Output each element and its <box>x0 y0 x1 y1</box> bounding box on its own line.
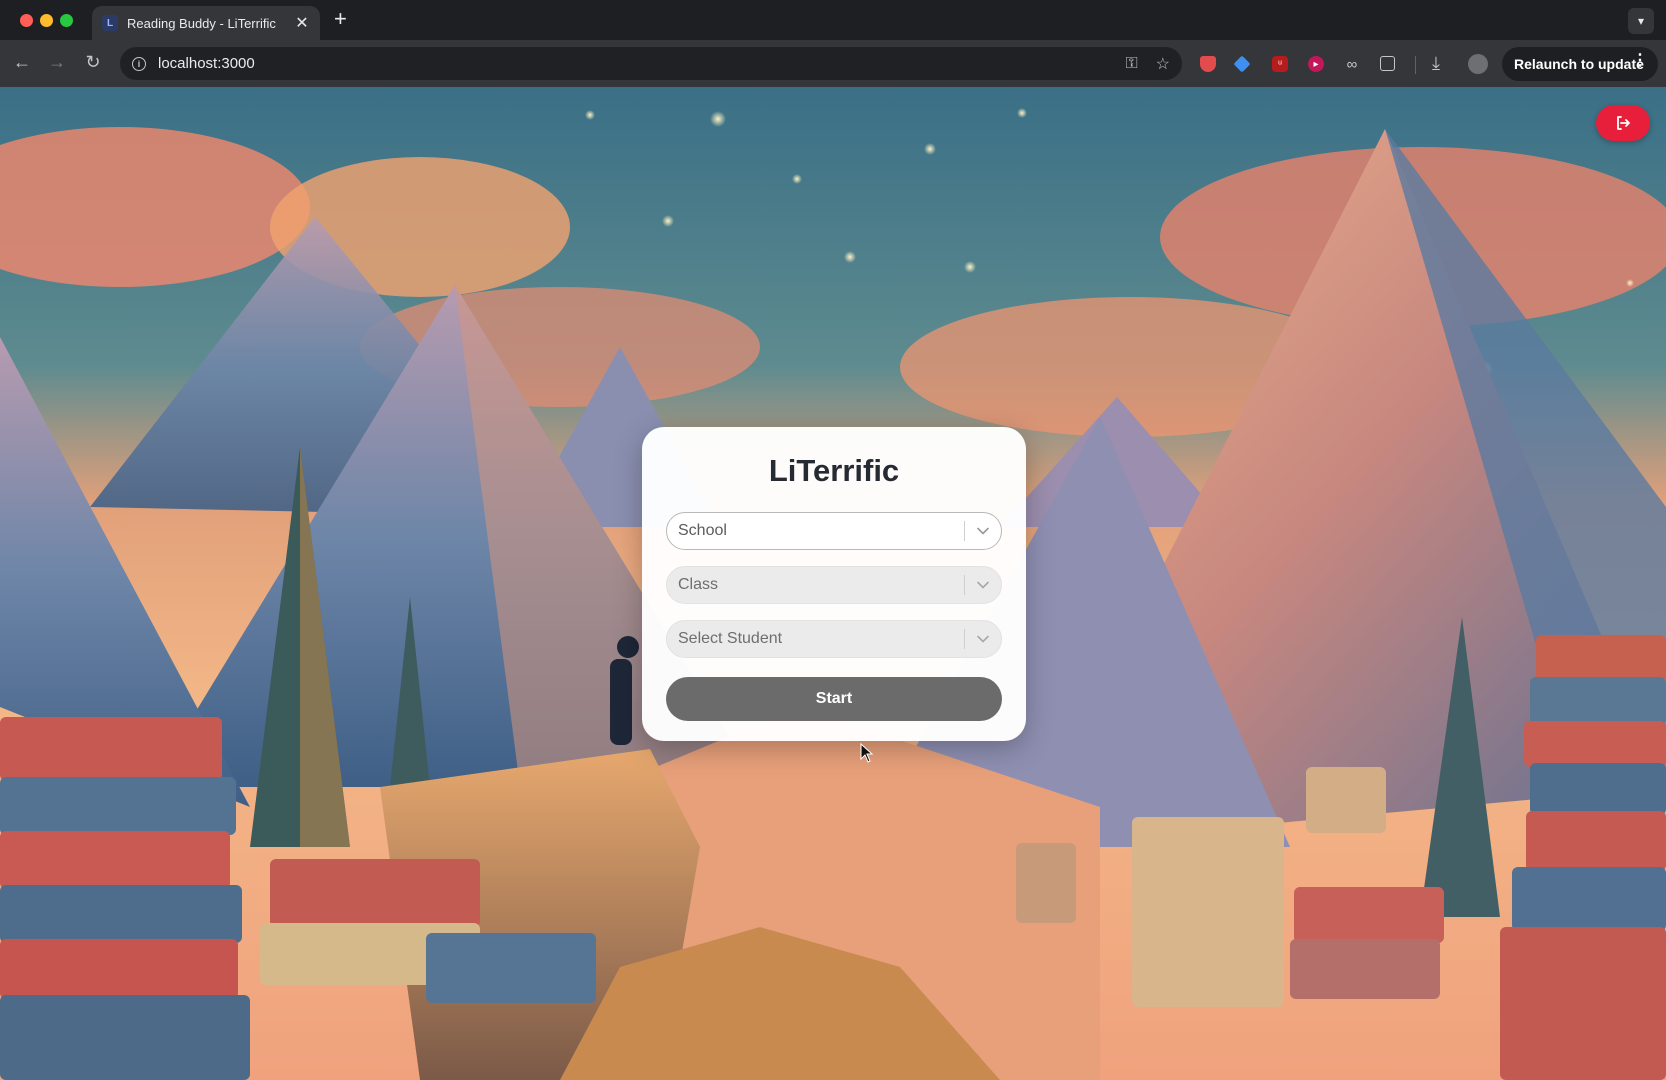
browser-tab-bar: L Reading Buddy - LiTerrific ✕ + ▾ <box>0 0 1666 40</box>
page-viewport: LiTerrific School Class Select Student S… <box>0 87 1666 1080</box>
back-icon[interactable]: ← <box>10 52 34 73</box>
bookmark-star-icon[interactable]: ☆ <box>1156 54 1170 74</box>
chevron-down-icon[interactable] <box>965 527 1001 535</box>
reload-icon[interactable]: ↻ <box>81 52 105 73</box>
logout-icon <box>1617 116 1630 130</box>
class-select-placeholder: Class <box>678 576 719 593</box>
window-minimize-button[interactable] <box>40 14 53 27</box>
browser-tab-active[interactable]: L Reading Buddy - LiTerrific ✕ <box>92 6 320 40</box>
tab-title: Reading Buddy - LiTerrific <box>127 15 276 31</box>
class-select[interactable]: Class <box>666 566 1002 604</box>
tab-search-chevron-icon[interactable]: ▾ <box>1628 8 1654 34</box>
chevron-down-icon[interactable] <box>965 635 1001 643</box>
mouse-cursor-icon <box>860 743 874 763</box>
extension-shield-icon[interactable] <box>1200 56 1216 72</box>
student-login-card: LiTerrific School Class Select Student S… <box>642 427 1026 741</box>
tab-favicon-icon: L <box>102 15 118 31</box>
toolbar-divider <box>1415 56 1416 74</box>
student-select-placeholder: Select Student <box>678 630 783 647</box>
profile-avatar[interactable] <box>1468 54 1488 74</box>
extension-record-icon[interactable]: ▸ <box>1308 56 1324 72</box>
browser-menu-icon[interactable]: ⋮ <box>1632 53 1648 69</box>
download-icon[interactable]: ⤓ <box>1432 53 1440 74</box>
window-zoom-button[interactable] <box>60 14 73 27</box>
browser-toolbar: ← → ↻ i localhost:3000 ⚿ ☆ ᵘ ▸ ∞ ⤓ Relau… <box>0 40 1666 87</box>
relaunch-label: Relaunch to update <box>1514 56 1644 72</box>
relaunch-to-update-button[interactable]: Relaunch to update ⋮ <box>1502 47 1658 81</box>
chevron-down-icon[interactable] <box>965 581 1001 589</box>
extension-diamond-icon[interactable] <box>1233 55 1251 73</box>
forward-icon[interactable]: → <box>45 52 69 73</box>
student-select[interactable]: Select Student <box>666 620 1002 658</box>
school-select[interactable]: School <box>666 512 1002 550</box>
address-bar[interactable]: i localhost:3000 ⚿ ☆ <box>120 47 1182 80</box>
info-icon[interactable]: i <box>132 56 146 71</box>
extensions-puzzle-icon[interactable] <box>1380 56 1395 71</box>
url-text[interactable]: localhost:3000 <box>158 55 1107 72</box>
extension-ublock-icon[interactable]: ᵘ <box>1272 56 1288 72</box>
new-tab-button[interactable]: + <box>334 6 347 32</box>
tab-close-icon[interactable]: ✕ <box>294 13 310 33</box>
app-title: LiTerrific <box>768 453 900 488</box>
school-select-placeholder: School <box>678 522 727 539</box>
password-key-icon[interactable]: ⚿ <box>1125 55 1137 73</box>
extension-glasses-icon[interactable]: ∞ <box>1344 56 1360 73</box>
start-button[interactable]: Start <box>666 677 1002 721</box>
logout-button[interactable] <box>1596 105 1650 141</box>
window-close-button[interactable] <box>20 14 33 27</box>
